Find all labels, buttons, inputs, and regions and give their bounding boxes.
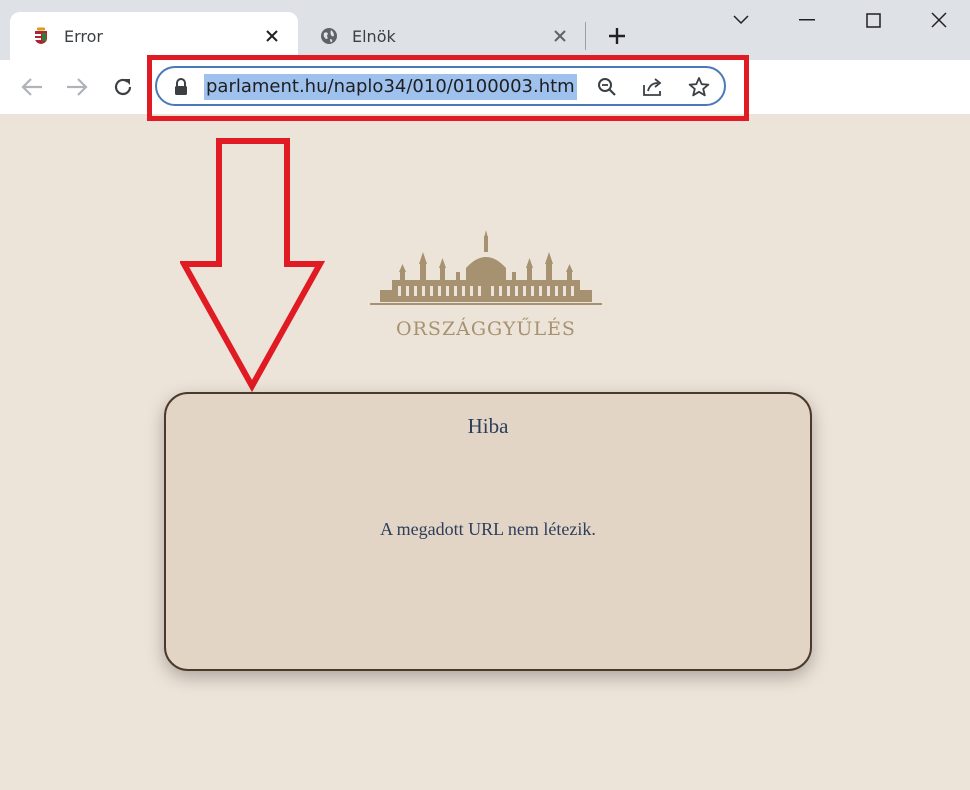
back-arrow-icon	[21, 78, 42, 96]
tab-elnok[interactable]: Elnök	[298, 12, 586, 60]
forward-arrow-icon	[67, 78, 88, 96]
chevron-down-icon	[733, 15, 749, 25]
tab-title: Elnök	[352, 26, 396, 46]
minimize-icon	[799, 19, 815, 21]
forward-button[interactable]	[63, 73, 91, 101]
parliament-building-logo	[370, 230, 602, 305]
error-card: Hiba A megadott URL nem létezik.	[164, 392, 812, 671]
tab-search-button[interactable]	[721, 4, 761, 36]
tab-separator	[585, 22, 586, 50]
error-title: Hiba	[467, 414, 509, 438]
tab-title: Error	[64, 26, 103, 46]
close-icon	[931, 12, 947, 28]
globe-icon	[320, 27, 338, 45]
back-button[interactable]	[18, 73, 46, 101]
hungary-coat-of-arms-icon	[32, 27, 50, 45]
error-message: A megadott URL nem létezik.	[380, 519, 596, 539]
annotation-arrow-icon	[180, 138, 326, 393]
minimize-button[interactable]	[787, 4, 827, 36]
new-tab-button[interactable]	[603, 22, 631, 50]
close-window-button[interactable]	[919, 4, 959, 36]
maximize-button[interactable]	[853, 4, 893, 36]
annotation-highlight-box	[147, 55, 749, 121]
logo-text: ORSZÁGGYŰLÉS	[396, 318, 576, 340]
reload-button[interactable]	[109, 73, 137, 101]
tab-error[interactable]: Error	[10, 12, 298, 60]
close-icon[interactable]	[548, 24, 572, 48]
close-icon[interactable]	[260, 24, 284, 48]
reload-icon	[114, 78, 132, 96]
plus-icon	[609, 28, 625, 44]
maximize-icon	[865, 12, 881, 28]
tab-strip: Error Elnök	[0, 0, 970, 60]
